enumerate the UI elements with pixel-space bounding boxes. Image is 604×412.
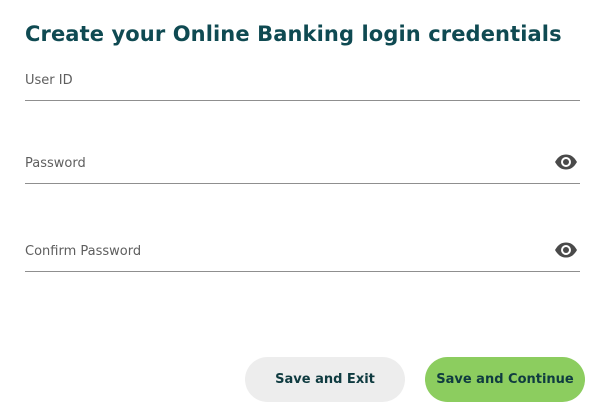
password-field-container bbox=[25, 143, 580, 184]
show-confirm-password-toggle[interactable] bbox=[554, 241, 578, 259]
eye-icon bbox=[555, 154, 577, 170]
show-password-toggle[interactable] bbox=[554, 153, 578, 171]
eye-icon bbox=[555, 242, 577, 258]
user-id-field-container bbox=[25, 60, 580, 101]
save-and-continue-button[interactable]: Save and Continue bbox=[425, 357, 585, 402]
credentials-page: Create your Online Banking login credent… bbox=[0, 0, 604, 412]
password-input[interactable] bbox=[25, 143, 545, 183]
confirm-password-input[interactable] bbox=[25, 231, 545, 271]
user-id-input[interactable] bbox=[25, 60, 545, 100]
page-title: Create your Online Banking login credent… bbox=[25, 22, 562, 46]
confirm-password-field-container bbox=[25, 231, 580, 272]
save-and-exit-button[interactable]: Save and Exit bbox=[245, 357, 405, 402]
